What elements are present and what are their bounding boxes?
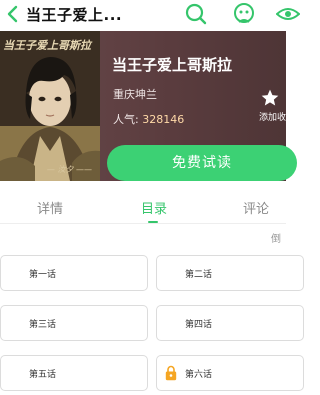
- search-icon[interactable]: [184, 2, 208, 26]
- book-author: 重庆坤兰: [113, 88, 157, 101]
- popularity: 人气: 328146: [113, 111, 184, 127]
- chapter-item[interactable]: 第四话: [156, 305, 304, 341]
- chapter-item[interactable]: 第一话: [0, 255, 148, 291]
- free-read-button[interactable]: 免费试读: [107, 145, 297, 181]
- chapter-item[interactable]: 第五话: [0, 355, 148, 391]
- cover-author: — 汝夕 ——: [46, 165, 92, 174]
- chapter-label: 第六话: [185, 370, 213, 380]
- eye-icon[interactable]: [276, 2, 300, 26]
- chapter-item[interactable]: 第二话: [156, 255, 304, 291]
- cover-title: 当王子爱上哥斯拉: [3, 39, 91, 52]
- tab-bar: 详情 目录 评论: [0, 190, 286, 224]
- cover-illustration: [0, 31, 100, 181]
- face-avatar-icon[interactable]: [232, 2, 256, 26]
- book-cover[interactable]: 当王子爱上哥斯拉 — 汝夕 ——: [0, 31, 100, 181]
- chapter-label: 第五话: [29, 370, 57, 380]
- chapter-label: 第四话: [185, 320, 213, 330]
- chapter-label: 第二话: [185, 270, 213, 280]
- add-favorite-label: 添加收: [259, 113, 286, 123]
- lock-icon: [165, 365, 177, 381]
- back-arrow-icon[interactable]: [3, 4, 23, 24]
- chapter-label: 第三话: [29, 320, 57, 330]
- popularity-value: 328146: [142, 113, 185, 126]
- page-title: 当王子爱上...: [26, 6, 123, 24]
- book-title: 当王子爱上哥斯拉: [112, 56, 233, 74]
- tab-catalog[interactable]: 目录: [141, 198, 167, 217]
- top-bar: 当王子爱上...: [0, 0, 300, 31]
- divider: [0, 223, 286, 224]
- tab-comments[interactable]: 评论: [243, 198, 269, 217]
- star-icon: [261, 89, 279, 106]
- tab-details[interactable]: 详情: [37, 198, 63, 217]
- chapter-item[interactable]: 第六话: [156, 355, 304, 391]
- add-favorite-button[interactable]: [260, 88, 286, 112]
- chapter-label: 第一话: [29, 270, 57, 280]
- popularity-label: 人气:: [113, 113, 139, 126]
- sort-toggle[interactable]: 倒: [271, 230, 281, 245]
- chapter-item[interactable]: 第三话: [0, 305, 148, 341]
